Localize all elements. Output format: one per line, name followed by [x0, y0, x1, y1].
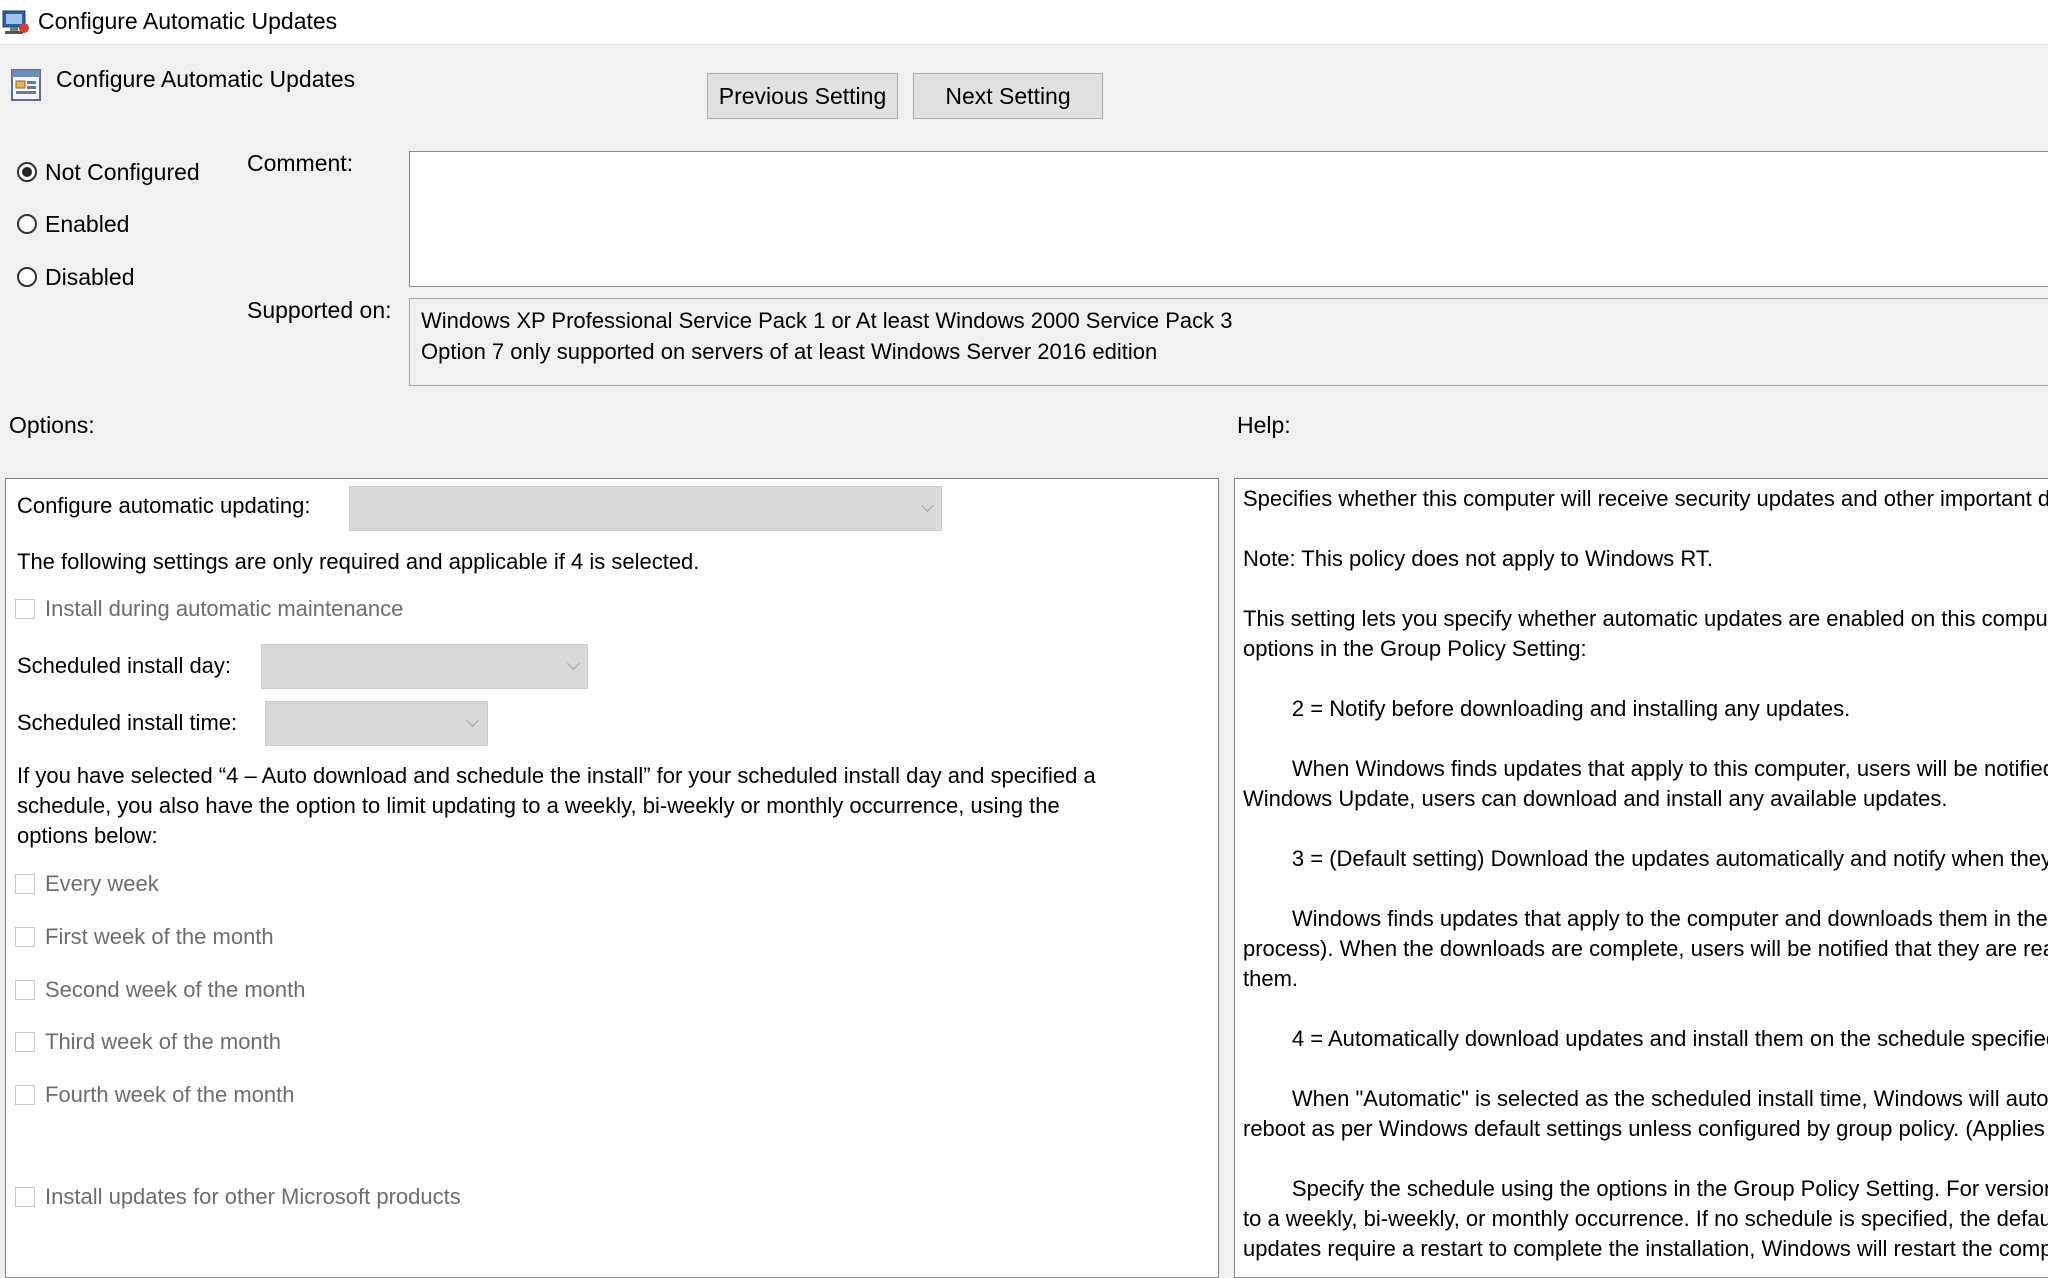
radio-label: Enabled: [45, 210, 130, 237]
checkbox-second-week[interactable]: Second week of the month: [15, 975, 306, 1005]
scheduled-time-dropdown[interactable]: [265, 701, 488, 746]
checkbox-indicator: [15, 1032, 35, 1052]
window-title: Configure Automatic Updates: [38, 8, 338, 34]
help-text-line: 2 = Notify before downloading and instal…: [1243, 696, 1851, 721]
help-text-line: Specifies whether this computer will rec…: [1243, 486, 2048, 511]
checkbox-third-week[interactable]: Third week of the month: [15, 1027, 281, 1057]
scheduled-day-label: Scheduled install day:: [17, 653, 232, 678]
scheduled-time-label: Scheduled install time:: [17, 710, 238, 735]
checkbox-indicator: [15, 1187, 35, 1207]
checkbox-indicator: [15, 980, 35, 1000]
group-policy-icon: [2, 10, 29, 34]
schedule-description-line: If you have selected “4 – Auto download …: [17, 763, 1096, 788]
radio-label: Disabled: [45, 263, 135, 290]
chevron-down-icon: [921, 499, 934, 512]
comment-label: Comment:: [247, 150, 354, 176]
checkbox-indicator: [15, 599, 35, 619]
scheduled-day-dropdown[interactable]: [261, 644, 588, 689]
options-label: Options:: [9, 412, 95, 438]
policy-setting-icon: [11, 69, 41, 101]
help-text-line: to a weekly, bi-weekly, or monthly occur…: [1243, 1206, 2048, 1231]
help-text-line: Windows finds updates that apply to the …: [1291, 906, 2048, 931]
setting-title: Configure Automatic Updates: [56, 66, 356, 92]
checkbox-indicator: [15, 874, 35, 894]
help-text-line: When "Automatic" is selected as the sche…: [1291, 1086, 2048, 1111]
checkbox-indicator: [15, 927, 35, 947]
help-text-line: 4 = Automatically download updates and i…: [1243, 1026, 2048, 1051]
checkbox-label: First week of the month: [45, 924, 274, 949]
checkbox-label: Fourth week of the month: [45, 1082, 295, 1107]
configure-updating-label: Configure automatic updating:: [17, 493, 311, 518]
settings-note: The following settings are only required…: [17, 549, 700, 574]
help-text-line: Note: This policy does not apply to Wind…: [1243, 546, 1713, 571]
radio-disabled[interactable]: Disabled: [17, 260, 135, 294]
help-label: Help:: [1237, 412, 1291, 438]
help-text-line: options in the Group Policy Setting:: [1243, 636, 1587, 661]
help-text-line: process). When the downloads are complet…: [1243, 936, 2048, 961]
help-text-line: This setting lets you specify whether au…: [1243, 606, 2048, 631]
help-text-line: Specify the schedule using the options i…: [1291, 1176, 2048, 1201]
chevron-down-icon: [567, 657, 580, 670]
checkbox-label: Install updates for other Microsoft prod…: [45, 1184, 461, 1209]
options-panel: Configure automatic updating: The follow…: [5, 478, 1219, 1278]
supported-on-box: Windows XP Professional Service Pack 1 o…: [409, 298, 2048, 386]
radio-indicator: [17, 267, 37, 287]
help-text-line: reboot as per Windows default settings u…: [1243, 1116, 2048, 1141]
schedule-description-line: options below:: [17, 823, 158, 848]
radio-enabled[interactable]: Enabled: [17, 207, 129, 241]
supported-on-line: Windows XP Professional Service Pack 1 o…: [421, 308, 1233, 333]
previous-setting-button[interactable]: Previous Setting: [707, 73, 898, 119]
supported-on-label: Supported on:: [247, 297, 392, 323]
checkbox-fourth-week[interactable]: Fourth week of the month: [15, 1080, 294, 1110]
chevron-down-icon: [466, 714, 479, 727]
supported-on-line: Option 7 only supported on servers of at…: [421, 339, 1158, 364]
help-text-line: updates require a restart to complete th…: [1243, 1236, 2048, 1261]
checkbox-indicator: [15, 1085, 35, 1105]
radio-indicator: [17, 162, 37, 182]
schedule-description-line: schedule, you also have the option to li…: [17, 793, 1060, 818]
comment-textarea[interactable]: [409, 151, 2048, 287]
help-text-line: When Windows finds updates that apply to…: [1291, 756, 2048, 781]
radio-indicator: [17, 214, 37, 234]
checkbox-automatic-maintenance[interactable]: Install during automatic maintenance: [15, 594, 403, 624]
radio-label: Not Configured: [45, 158, 200, 185]
radio-not-configured[interactable]: Not Configured: [17, 155, 200, 189]
checkbox-other-microsoft-products[interactable]: Install updates for other Microsoft prod…: [15, 1182, 461, 1212]
next-setting-button[interactable]: Next Setting: [913, 73, 1103, 119]
configure-updating-dropdown[interactable]: [349, 486, 942, 531]
help-text-line: 3 = (Default setting) Download the updat…: [1291, 846, 2048, 871]
help-text-line: Windows Update, users can download and i…: [1243, 786, 1948, 811]
checkbox-label: Every week: [45, 871, 159, 896]
help-text-line: them.: [1243, 966, 1299, 991]
checkbox-label: Install during automatic maintenance: [45, 596, 404, 621]
title-bar: Configure Automatic Updates: [0, 0, 2048, 45]
checkbox-label: Third week of the month: [45, 1029, 282, 1054]
checkbox-label: Second week of the month: [45, 977, 306, 1002]
checkbox-first-week[interactable]: First week of the month: [15, 922, 274, 952]
help-panel: Specifies whether this computer will rec…: [1234, 478, 2048, 1278]
checkbox-every-week[interactable]: Every week: [15, 869, 159, 899]
